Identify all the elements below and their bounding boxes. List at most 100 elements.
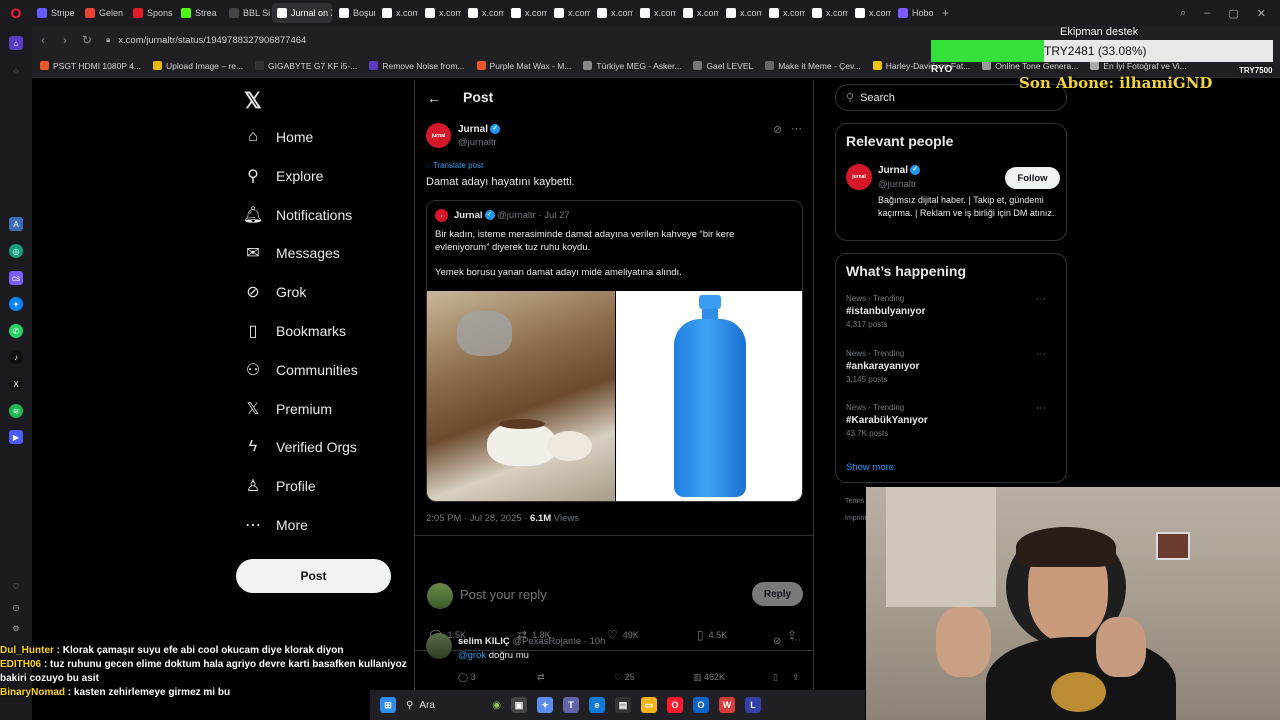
- search-tabs-icon[interactable]: ⌕: [1180, 7, 1186, 20]
- browser-tab[interactable]: x.com: [635, 3, 676, 23]
- browser-tab[interactable]: Strea: [176, 3, 222, 23]
- whatsapp-icon[interactable]: ✆: [9, 324, 23, 338]
- bookmark-action[interactable]: ▯ 4.5K: [697, 628, 727, 642]
- bookmark-item[interactable]: PSGT HDMI 1080P 4...: [40, 61, 141, 71]
- person-handle[interactable]: @jurnaltr: [878, 179, 917, 190]
- more-options-icon[interactable]: ⋯: [1036, 349, 1046, 360]
- player-icon[interactable]: ▶: [9, 430, 23, 444]
- imprint-link[interactable]: Imprint: [845, 515, 866, 522]
- maximize-icon[interactable]: ▢: [1228, 7, 1238, 20]
- x-logo-icon[interactable]: 𝕏: [244, 88, 262, 114]
- browser-tab[interactable]: x.com: [506, 3, 547, 23]
- app-w-icon[interactable]: W: [719, 697, 735, 713]
- show-more-link[interactable]: Show more: [846, 462, 894, 473]
- nav-item-messages[interactable]: ✉ Messages: [244, 242, 340, 264]
- quoted-post[interactable]: J Jurnal ✓ @jurnaltr · Jul 27 Bir kadın, …: [426, 200, 803, 502]
- browser-tab[interactable]: x.com: [721, 3, 762, 23]
- aria-icon[interactable]: A: [9, 217, 23, 231]
- browser-tab[interactable]: Spons: [128, 3, 174, 23]
- trend-item[interactable]: News · Trending #ankarayanıyor 3,145 posts…: [846, 349, 1056, 384]
- author-handle[interactable]: @jurnaltr: [458, 137, 497, 148]
- translate-link[interactable]: ◌ Translate post: [426, 161, 483, 170]
- reply-button[interactable]: Reply: [752, 582, 803, 606]
- browser-tab[interactable]: Stripe: [32, 3, 78, 23]
- terms-link[interactable]: Terms: [845, 498, 864, 505]
- browser-tab[interactable]: x.com: [592, 3, 633, 23]
- nav-item-grok[interactable]: ⊘ Grok: [244, 281, 306, 303]
- store-icon[interactable]: ▤: [615, 697, 631, 713]
- windows-start-icon[interactable]: ⊞: [380, 697, 396, 713]
- home-icon[interactable]: ⌂: [9, 36, 23, 50]
- author-name[interactable]: Jurnal ✓: [458, 124, 501, 135]
- more-options-icon[interactable]: ⋯: [1036, 403, 1046, 414]
- bottle-image[interactable]: [616, 291, 802, 501]
- browser-tab[interactable]: x.com: [850, 3, 891, 23]
- taskbar-search[interactable]: ⚲ Ara ◉: [406, 700, 501, 711]
- messenger-icon[interactable]: ✦: [9, 297, 23, 311]
- reply-share-icon[interactable]: ⇪: [792, 672, 800, 683]
- spotify-icon[interactable]: ≋: [9, 404, 23, 418]
- reply-avatar[interactable]: [426, 633, 452, 659]
- opera-icon[interactable]: O: [667, 697, 683, 713]
- bookmark-item[interactable]: Upload Image – re...: [153, 61, 243, 71]
- teams-icon[interactable]: T: [563, 697, 579, 713]
- copilot-icon[interactable]: ✦: [537, 697, 553, 713]
- bookmark-item[interactable]: Make it Meme - Çev...: [765, 61, 861, 71]
- nav-item-premium[interactable]: 𝕏 Premium: [244, 398, 332, 420]
- author-avatar[interactable]: jurnal: [426, 123, 451, 148]
- bookmark-item[interactable]: Remove Noise from...: [369, 61, 465, 71]
- file-explorer-icon[interactable]: ▭: [641, 697, 657, 713]
- history-icon[interactable]: ◷: [9, 600, 23, 614]
- app-l-icon[interactable]: L: [745, 697, 761, 713]
- person-name[interactable]: Jurnal ✓: [878, 165, 921, 176]
- browser-tab[interactable]: Boşun: [334, 3, 375, 23]
- reply-input[interactable]: Post your reply: [460, 587, 547, 602]
- opera-logo-icon[interactable]: O: [0, 0, 32, 26]
- back-arrow-icon[interactable]: ←: [427, 90, 441, 106]
- browser-tab[interactable]: x.com: [764, 3, 805, 23]
- browser-tab[interactable]: x.com: [420, 3, 461, 23]
- browser-tab[interactable]: x.com: [377, 3, 418, 23]
- post-button[interactable]: Post: [236, 559, 391, 593]
- reply-repost-icon[interactable]: ⇄: [537, 672, 545, 683]
- reply-views[interactable]: ▥ 462K: [693, 672, 725, 683]
- nav-item-verified-orgs[interactable]: ϟ Verified Orgs: [244, 436, 357, 458]
- url-field[interactable]: 🔒︎ x.com/jurnaltr/status/194978832790687…: [106, 30, 306, 50]
- reply-bookmark-icon[interactable]: ▯: [773, 672, 778, 683]
- nav-item-notifications[interactable]: 🔔︎ Notifications: [243, 204, 352, 226]
- more-options-icon[interactable]: ⋯: [1036, 294, 1046, 305]
- reply-like-count[interactable]: ♡ 25: [614, 672, 635, 683]
- task-view-icon[interactable]: ▣: [511, 697, 527, 713]
- edge-icon[interactable]: e: [589, 697, 605, 713]
- grok-icon[interactable]: ⊘: [773, 123, 782, 136]
- browser-tab[interactable]: x.com: [807, 3, 848, 23]
- nav-item-communities[interactable]: ⚇ Communities: [244, 359, 358, 381]
- coffee-image[interactable]: [427, 291, 615, 501]
- x-icon[interactable]: X: [9, 377, 23, 391]
- browser-tab[interactable]: x.com: [549, 3, 590, 23]
- browser-tab[interactable]: BBL Si: [224, 3, 270, 23]
- bookmark-item[interactable]: GIGABYTE G7 KF i5-...: [255, 61, 357, 71]
- reply-comment-count[interactable]: ◯ 3: [458, 672, 476, 683]
- cs-icon[interactable]: cs: [9, 271, 23, 285]
- trend-item[interactable]: News · Trending #istanbulyanıyor 4,317 pos…: [846, 294, 1056, 329]
- new-tab-icon[interactable]: +: [942, 6, 949, 20]
- tiktok-icon[interactable]: ♪: [9, 350, 23, 364]
- bookmark-item[interactable]: Türkiye MEG - Asker...: [583, 61, 681, 71]
- outlook-icon[interactable]: O: [693, 697, 709, 713]
- heart-icon[interactable]: ♡: [9, 579, 23, 593]
- minimize-icon[interactable]: –: [1204, 7, 1210, 20]
- browser-tab[interactable]: Jurnal on X: [272, 3, 332, 23]
- nav-item-explore[interactable]: ⚲ Explore: [244, 165, 323, 187]
- browser-tab[interactable]: Hobo: [893, 3, 934, 23]
- nav-item-profile[interactable]: ♙ Profile: [244, 475, 316, 497]
- follow-button[interactable]: Follow: [1005, 167, 1060, 189]
- bookmark-item[interactable]: Purple Mat Wax - M...: [476, 61, 571, 71]
- back-icon[interactable]: ‹: [32, 33, 54, 47]
- settings-icon[interactable]: ⚙: [9, 621, 23, 635]
- browser-tab[interactable]: Gelen: [80, 3, 126, 23]
- browser-tab[interactable]: x.com: [678, 3, 719, 23]
- person-avatar[interactable]: jurnal: [846, 164, 872, 190]
- close-window-icon[interactable]: ✕: [1257, 7, 1266, 20]
- reload-icon[interactable]: ↻: [76, 33, 98, 47]
